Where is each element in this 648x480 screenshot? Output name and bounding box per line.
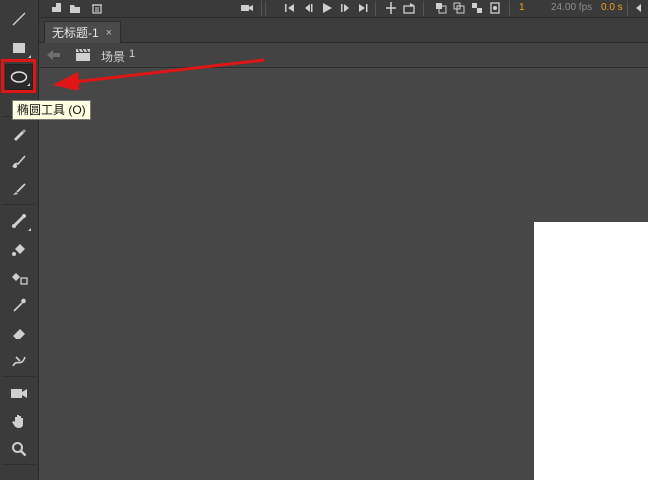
document-tab-title: 无标题-1	[52, 26, 99, 40]
camera-toggle-icon[interactable]	[241, 2, 253, 14]
go-to-last-frame-icon[interactable]	[357, 2, 369, 14]
timeline-controls: 1 24.00 fps 0.0 s	[39, 0, 648, 18]
step-back-icon[interactable]	[303, 2, 315, 14]
toolbar-divider	[3, 376, 35, 377]
toolbar-divider	[3, 204, 35, 205]
eyedropper-tool[interactable]	[5, 292, 33, 318]
camera-tool[interactable]	[5, 380, 33, 406]
delete-icon[interactable]	[91, 2, 103, 14]
center-frame-icon[interactable]	[385, 2, 397, 14]
play-icon[interactable]	[321, 2, 333, 14]
loop-icon[interactable]	[403, 2, 415, 14]
width-icon	[12, 356, 26, 367]
zoom-tool[interactable]	[5, 436, 33, 462]
pencil-tool[interactable]	[5, 121, 33, 147]
close-icon[interactable]: ×	[106, 27, 112, 39]
document-tab-bar: 无标题-1 ×	[39, 18, 648, 43]
bone-icon	[12, 214, 26, 228]
onion-skin-icon[interactable]	[435, 2, 447, 14]
brush-icon	[13, 183, 26, 195]
frame-rate[interactable]: 24.00 fps	[551, 2, 592, 13]
timeline-divider	[509, 1, 510, 16]
step-forward-icon[interactable]	[339, 2, 351, 14]
rectangle-icon	[13, 43, 25, 53]
new-folder-icon[interactable]	[69, 2, 81, 14]
onion-skin-outlines-icon[interactable]	[453, 2, 465, 14]
go-to-first-frame-icon[interactable]	[284, 2, 296, 14]
highlight-box	[1, 59, 36, 93]
timeline-divider	[423, 1, 424, 16]
submenu-indicator-icon	[28, 55, 31, 58]
camera-icon	[11, 389, 27, 398]
annotation-arrow-icon	[52, 58, 265, 90]
line-icon	[12, 12, 26, 26]
brush-tool[interactable]	[5, 176, 33, 202]
timeline-divider	[627, 1, 628, 16]
timeline-divider	[265, 1, 266, 16]
ink-bottle-icon	[12, 273, 28, 285]
eyedropper-icon	[13, 298, 26, 312]
paint-brush-icon	[12, 155, 26, 168]
eraser-icon	[13, 329, 25, 339]
timeline-divider	[375, 1, 376, 16]
rectangle-tool[interactable]	[5, 35, 33, 61]
modify-markers-icon[interactable]	[489, 2, 501, 14]
timeline-divider	[261, 1, 262, 16]
paint-bucket-icon	[12, 244, 25, 256]
tool-tooltip: 椭圆工具 (O)	[12, 100, 91, 120]
document-tab[interactable]: 无标题-1 ×	[44, 21, 122, 43]
current-frame[interactable]: 1	[519, 2, 525, 13]
paint-bucket-tool[interactable]	[5, 237, 33, 263]
zoom-icon	[12, 442, 27, 457]
hand-icon	[12, 415, 23, 428]
ink-bottle-tool[interactable]	[5, 265, 33, 291]
toolbar-divider	[3, 464, 35, 465]
scroll-left-icon[interactable]	[633, 2, 645, 14]
submenu-indicator-icon	[28, 228, 31, 231]
width-tool[interactable]	[5, 348, 33, 374]
elapsed-time[interactable]: 0.0 s	[601, 2, 623, 13]
hand-tool[interactable]	[5, 408, 33, 434]
stage-canvas[interactable]	[534, 222, 648, 480]
eraser-tool[interactable]	[5, 320, 33, 346]
paint-brush-tool[interactable]	[5, 148, 33, 174]
line-tool[interactable]	[5, 6, 33, 32]
pencil-icon	[14, 129, 26, 141]
edit-multiple-frames-icon[interactable]	[471, 2, 483, 14]
bone-tool[interactable]	[5, 208, 33, 234]
new-layer-icon[interactable]	[51, 2, 63, 14]
